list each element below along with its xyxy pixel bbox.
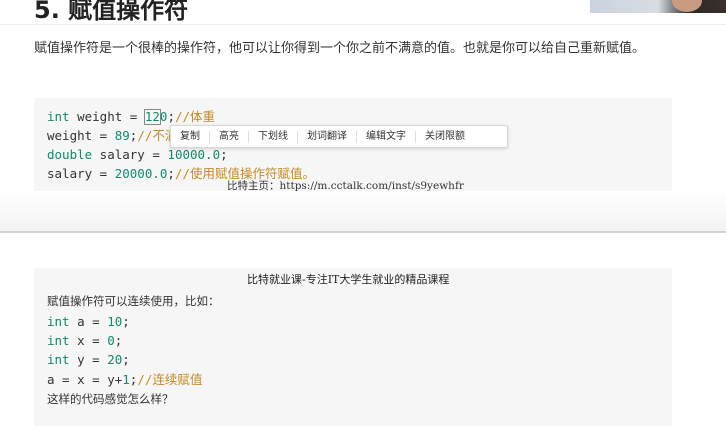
number-literal: 20 [107, 352, 123, 367]
close-limit-button[interactable]: 关闭限额 [416, 131, 474, 143]
page-gap [0, 191, 726, 231]
code-line-1: int weight = 120;//体重 [47, 107, 215, 126]
intro-paragraph: 赋值操作符是一个很棒的操作符，他可以让你得到一个你之前不满意的值。也就是你可以给… [34, 41, 646, 56]
code-text: weight = [69, 109, 145, 124]
translate-button[interactable]: 划词翻译 [298, 130, 357, 143]
code-text: salary = [92, 147, 168, 162]
code-text: ; [122, 352, 130, 367]
heading-divider [0, 24, 726, 25]
number-literal: 0 [107, 333, 115, 348]
selection-toolbar: 复制 高亮 下划线 划词翻译 编辑文字 关闭限额 [170, 125, 508, 148]
code-line-2: weight = 89;//不满意 [47, 126, 190, 145]
code-text: ; [167, 109, 175, 124]
presenter-thumbnail [672, 0, 702, 12]
text-selection[interactable]: 12 [143, 109, 161, 125]
slide-title: 比特就业课-专注IT大学生就业的精品课程 [247, 273, 450, 286]
code-text: ; [167, 166, 175, 181]
webcam-overlay [590, 0, 726, 13]
slide-question: 这样的代码感觉怎么样？ [47, 392, 174, 406]
code-text: x = [69, 333, 108, 348]
keyword: int [47, 352, 70, 367]
code-text: ; [114, 333, 123, 348]
number-literal: 1 [122, 372, 130, 387]
edit-text-button[interactable]: 编辑文字 [357, 130, 416, 143]
code-text: weight = [47, 128, 115, 143]
slide-intro: 赋值操作符可以连续使用，比如： [47, 294, 220, 308]
keyword: double [47, 147, 93, 162]
selected-number: 12 [144, 109, 160, 124]
code-text: salary = [47, 166, 115, 181]
highlight-button[interactable]: 高亮 [210, 130, 249, 143]
number-literal: 89 [114, 128, 130, 143]
code-text: y = [69, 352, 108, 367]
number-literal: 10 [107, 314, 123, 329]
slide-code-line-4: a = x = y+1;//连续赋值 [47, 370, 202, 389]
underline-button[interactable]: 下划线 [249, 130, 298, 143]
code-text: ; [122, 314, 130, 329]
code-text: a = [69, 314, 108, 329]
slide-code-line-1: int a = 10; [47, 312, 130, 331]
keyword: int [47, 314, 70, 329]
copy-button[interactable]: 复制 [171, 130, 210, 143]
code-text: ; [220, 147, 228, 162]
keyword: int [47, 333, 70, 348]
slide-code-line-2: int x = 0; [47, 331, 122, 350]
number-literal: 20000.0 [114, 166, 168, 181]
slide-code-line-3: int y = 20; [47, 350, 130, 369]
keyword: int [47, 109, 70, 124]
code-comment: //连续赋值 [137, 372, 203, 387]
number-literal: 10000.0 [167, 147, 221, 162]
code-text: a = x = y+ [47, 372, 123, 387]
code-comment: //体重 [174, 109, 216, 124]
